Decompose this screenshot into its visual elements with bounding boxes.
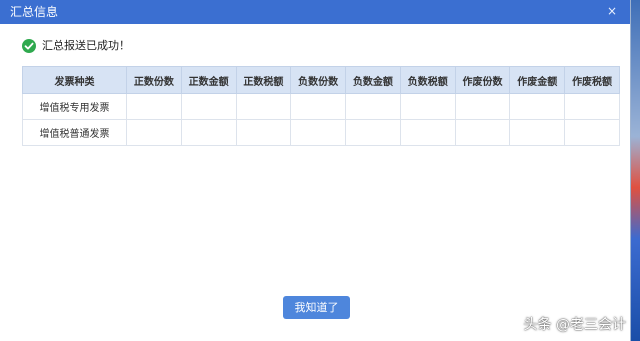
column-header: 正数税额: [235, 66, 292, 94]
table-cell: [509, 119, 566, 146]
column-header: 正数金额: [180, 66, 237, 94]
table-cell: [235, 119, 292, 146]
table-cell: [345, 93, 401, 120]
table-cell: [399, 119, 456, 146]
table-header-row: 发票种类 正数份数 正数金额 正数税额 负数份数 负数金额 负数税额 作废份数 …: [22, 66, 620, 94]
table-cell: [454, 119, 511, 146]
table-cell: [290, 93, 347, 120]
check-circle-icon: [22, 39, 36, 53]
table-row: 增值税普通发票: [22, 119, 620, 146]
invoice-type-cell: 增值税专用发票: [22, 93, 127, 120]
table-cell: [345, 119, 401, 146]
table-cell: [564, 93, 620, 120]
table-cell: [509, 93, 566, 120]
table-cell: [399, 93, 456, 120]
summary-dialog: 汇总信息 × 汇总报送已成功！ 发票种类 正数份数 正数金额 正数税额 负数份数…: [0, 0, 630, 341]
table-cell: [180, 119, 237, 146]
summary-table: 发票种类 正数份数 正数金额 正数税额 负数份数 负数金额 负数税额 作废份数 …: [22, 66, 620, 146]
ok-button[interactable]: 我知道了: [283, 296, 350, 319]
table-cell: [180, 93, 237, 120]
table-row: 增值税专用发票: [22, 93, 620, 120]
table-cell: [235, 93, 292, 120]
table-cell: [290, 119, 347, 146]
table-cell: [454, 93, 511, 120]
watermark-text: 头条 @老三会计: [523, 317, 626, 333]
column-header: 负数金额: [345, 66, 401, 94]
column-header: 发票种类: [22, 66, 127, 94]
success-message: 汇总报送已成功！: [42, 39, 130, 52]
table-cell: [126, 93, 182, 120]
column-header: 作废税额: [564, 66, 620, 94]
dialog-titlebar: 汇总信息 ×: [0, 0, 630, 24]
column-header: 负数税额: [399, 66, 456, 94]
table-cell: [126, 119, 182, 146]
table-cell: [564, 119, 620, 146]
invoice-type-cell: 增值税普通发票: [22, 119, 127, 146]
column-header: 作废份数: [454, 66, 511, 94]
background-window-edge: [630, 0, 640, 341]
column-header: 正数份数: [126, 66, 182, 94]
column-header: 负数份数: [290, 66, 347, 94]
close-icon[interactable]: ×: [604, 3, 620, 19]
column-header: 作废金额: [509, 66, 566, 94]
dialog-title: 汇总信息: [10, 5, 59, 19]
